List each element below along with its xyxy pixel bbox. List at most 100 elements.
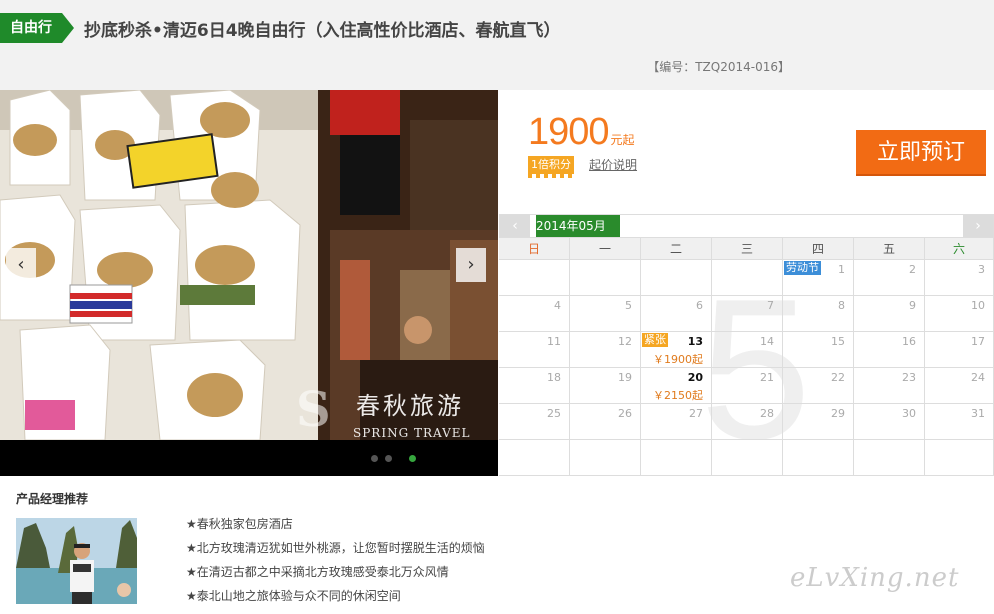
chevron-right-icon: › — [467, 254, 475, 275]
day-number: 27 — [689, 407, 703, 420]
site-watermark: eLvXing.net — [790, 563, 960, 593]
day-number: 2 — [909, 263, 916, 276]
calendar-cell — [783, 440, 854, 476]
category-tag: 自由行 — [0, 13, 76, 43]
calendar-cell: 24 — [925, 368, 994, 404]
calendar-cell: 12 — [570, 332, 641, 368]
calendar-cell: 9 — [854, 296, 925, 332]
holiday-label: 劳动节 — [784, 261, 821, 275]
calendar-cell: 30 — [854, 404, 925, 440]
book-now-button[interactable]: 立即预订 — [856, 130, 986, 176]
price-display: 1900 元起 — [528, 111, 635, 154]
price-note-link[interactable]: 起价说明 — [589, 156, 637, 173]
chevron-right-icon: › — [975, 218, 981, 234]
calendar-cell-available[interactable]: 紧张 13 ￥1900起 — [641, 332, 712, 368]
weekday-sat: 六 — [925, 238, 994, 260]
day-number: 14 — [760, 335, 774, 348]
day-number: 16 — [902, 335, 916, 348]
chevron-left-icon: ‹ — [17, 254, 25, 275]
day-number: 31 — [971, 407, 985, 420]
day-number: 20 — [687, 371, 703, 384]
day-number: 29 — [831, 407, 845, 420]
gallery-dots — [0, 440, 498, 476]
recommendation-item: ★北方玫瑰清迈犹如世外桃源，让您暂时摆脱生活的烦恼 — [186, 541, 485, 555]
calendar-cell: 4 — [499, 296, 570, 332]
calendar-cell: 7 — [712, 296, 783, 332]
calendar-cell — [570, 260, 641, 296]
day-number: 24 — [971, 371, 985, 384]
calendar-cell: 23 — [854, 368, 925, 404]
calendar-month: 2014年05月 — [536, 215, 620, 237]
points-badge-tail — [528, 174, 576, 178]
day-number: 18 — [547, 371, 561, 384]
day-number: 8 — [838, 299, 845, 312]
manager-photo — [16, 518, 137, 604]
day-number: 5 — [625, 299, 632, 312]
calendar-prev-button[interactable]: ‹ — [500, 215, 530, 237]
calendar-cell: 3 — [925, 260, 994, 296]
chevron-left-icon: ‹ — [512, 218, 518, 234]
weekday-wed: 三 — [712, 238, 783, 260]
recommendation-item: ★泰北山地之旅体验与众不同的休闲空间 — [186, 589, 401, 603]
calendar-cell: 劳动节 1 — [783, 260, 854, 296]
calendar-cell — [499, 440, 570, 476]
calendar-cell — [641, 260, 712, 296]
calendar-cell — [925, 440, 994, 476]
availability-tight-label: 紧张 — [642, 333, 668, 347]
day-number: 1 — [838, 263, 845, 276]
calendar-cell: 5 — [570, 296, 641, 332]
day-number: 6 — [696, 299, 703, 312]
day-number: 10 — [971, 299, 985, 312]
day-number: 23 — [902, 371, 916, 384]
weekday-fri: 五 — [854, 238, 925, 260]
calendar-cell: 22 — [783, 368, 854, 404]
gallery-next-button[interactable]: › — [456, 248, 486, 282]
calendar-cell — [641, 440, 712, 476]
day-number: 22 — [831, 371, 845, 384]
calendar-cell: 26 — [570, 404, 641, 440]
manager-recommendation-title: 产品经理推荐 — [16, 492, 89, 506]
recommendation-item: ★在清迈古都之中采摘北方玫瑰感受泰北万众风情 — [186, 565, 449, 579]
calendar-cell: 14 — [712, 332, 783, 368]
gallery-dot-3[interactable] — [409, 455, 416, 462]
calendar-cell — [712, 440, 783, 476]
calendar-cell: 28 — [712, 404, 783, 440]
product-title: 抄底秒杀•清迈6日4晚自由行（入住高性价比酒店、春航直飞） — [84, 21, 561, 41]
calendar-cell: 29 — [783, 404, 854, 440]
travel-brand-en: SPRING TRAVEL — [353, 426, 471, 440]
price-amount: 1900 — [528, 111, 610, 153]
day-number: 9 — [909, 299, 916, 312]
day-number: 11 — [547, 335, 561, 348]
page: 自由行 抄底秒杀•清迈6日4晚自由行（入住高性价比酒店、春航直飞） 【编号：TZ… — [0, 0, 994, 614]
calendar-cell: 11 — [499, 332, 570, 368]
calendar-cell: 2 — [854, 260, 925, 296]
calendar-cell: 31 — [925, 404, 994, 440]
day-number: 15 — [831, 335, 845, 348]
manager-photo-illustration — [16, 518, 137, 604]
calendar-cell: 8 — [783, 296, 854, 332]
calendar-next-button[interactable]: › — [963, 215, 993, 237]
weekday-thu: 四 — [783, 238, 854, 260]
calendar-cell: 21 — [712, 368, 783, 404]
price-unit: 元起 — [610, 133, 635, 147]
calendar-cell: 10 — [925, 296, 994, 332]
gallery-prev-button[interactable]: ‹ — [6, 248, 36, 282]
day-number: 28 — [760, 407, 774, 420]
calendar-cell: 25 — [499, 404, 570, 440]
day-number: 19 — [618, 371, 632, 384]
calendar-cell: 27 — [641, 404, 712, 440]
weekday-mon: 一 — [570, 238, 641, 260]
day-number: 3 — [978, 263, 985, 276]
day-number: 4 — [554, 299, 561, 312]
category-tag-label: 自由行 — [0, 13, 62, 43]
day-number: 30 — [902, 407, 916, 420]
gallery-dot-1[interactable] — [371, 455, 378, 462]
day-number: 13 — [687, 335, 703, 348]
calendar-cell — [854, 440, 925, 476]
calendar-cell: 15 — [783, 332, 854, 368]
gallery-dot-2[interactable] — [385, 455, 392, 462]
day-number: 17 — [971, 335, 985, 348]
calendar-cell-available[interactable]: 20 ￥2150起 — [641, 368, 712, 404]
calendar-header: ‹ 2014年05月 › — [499, 214, 994, 238]
category-tag-arrow — [62, 13, 74, 43]
